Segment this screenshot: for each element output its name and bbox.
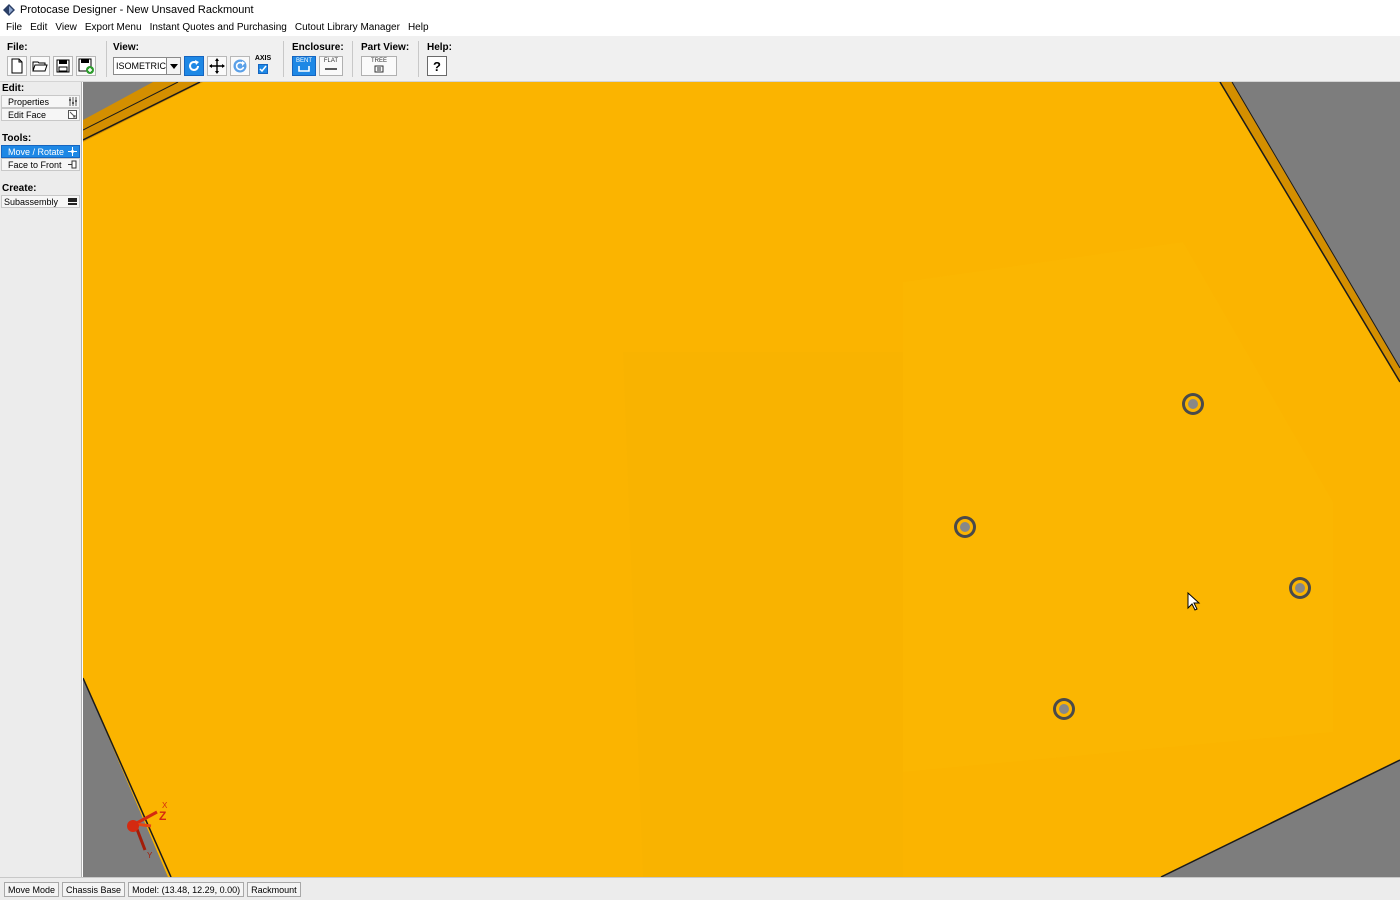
- mounting-hole[interactable]: [1053, 698, 1075, 720]
- status-model-coords: Model: (13.48, 12.29, 0.00): [128, 881, 245, 897]
- sidebar-item-label: Move / Rotate: [8, 147, 65, 157]
- 3d-viewport[interactable]: Z X Y: [83, 82, 1400, 877]
- axis-toggle-label: AXIS: [254, 55, 272, 62]
- view-group-label: View:: [113, 42, 139, 53]
- sidebar-item-edit-face[interactable]: Edit Face: [1, 108, 80, 121]
- part-view-group: Part View: TREE: [361, 42, 409, 80]
- toolbar-separator: [283, 41, 284, 77]
- edit-face-icon: [68, 110, 77, 119]
- axis-z-label: Z: [159, 809, 166, 823]
- save-button[interactable]: [53, 56, 73, 76]
- menu-file[interactable]: File: [2, 22, 26, 33]
- left-sidebar: Edit: Properties Edit Face Tools: Move /…: [0, 82, 82, 877]
- question-mark-icon: ?: [433, 58, 441, 74]
- axis-x-label: X: [162, 801, 168, 810]
- sidebar-item-label: Subassembly: [4, 197, 59, 207]
- tools-section-label: Tools:: [2, 133, 32, 144]
- status-enclosure-type: Rackmount: [247, 881, 301, 897]
- title-bar: Protocase Designer - New Unsaved Rackmou…: [0, 0, 1400, 19]
- chevron-down-icon: [166, 58, 180, 74]
- bent-view-button[interactable]: BENT: [292, 56, 316, 76]
- help-group-label: Help:: [427, 42, 452, 53]
- sidebar-item-move-rotate[interactable]: Move / Rotate: [1, 145, 80, 158]
- menu-edit[interactable]: Edit: [26, 22, 51, 33]
- status-bar: Move Mode Chassis Base Model: (13.48, 12…: [0, 877, 1400, 900]
- save-disk-icon: [56, 59, 70, 73]
- help-group: Help: ?: [427, 42, 452, 80]
- pan-view-button[interactable]: [207, 56, 227, 76]
- sidebar-item-subassembly[interactable]: Subassembly: [1, 195, 80, 208]
- sidebar-item-label: Edit Face: [8, 110, 47, 120]
- menu-view[interactable]: View: [51, 22, 81, 33]
- file-group: File:: [7, 42, 96, 80]
- rotate-icon: [189, 60, 199, 71]
- axis-y-label: Y: [147, 851, 153, 860]
- open-file-button[interactable]: [30, 56, 50, 76]
- flat-view-button[interactable]: FLAT: [319, 56, 343, 76]
- menu-export[interactable]: Export Menu: [81, 22, 146, 33]
- menu-cutout-library[interactable]: Cutout Library Manager: [291, 22, 404, 33]
- save-as-button[interactable]: [76, 56, 96, 76]
- file-group-label: File:: [7, 42, 28, 53]
- mounting-hole[interactable]: [1289, 577, 1311, 599]
- save-as-icon: [78, 58, 94, 74]
- view-group: View: ISOMETRIC AXIS: [113, 42, 271, 80]
- status-mode: Move Mode: [4, 881, 60, 897]
- tree-icon: [374, 65, 384, 73]
- sidebar-item-label: Properties: [8, 97, 50, 107]
- status-part: Chassis Base: [62, 881, 126, 897]
- rotate-view-button[interactable]: [184, 56, 204, 76]
- toolbar-separator: [352, 41, 353, 77]
- enclosure-group: Enclosure: BENT FLAT: [292, 42, 344, 80]
- flat-view-label: FLAT: [323, 58, 339, 64]
- menu-instant-quotes[interactable]: Instant Quotes and Purchasing: [146, 22, 291, 33]
- flat-shape-icon: [325, 68, 337, 70]
- new-file-icon: [11, 58, 23, 74]
- toolbar-separator: [418, 41, 419, 77]
- toolbar-separator: [106, 41, 107, 77]
- bent-view-label: BENT: [295, 58, 312, 64]
- refresh-view-button[interactable]: [230, 56, 250, 76]
- edit-section-label: Edit:: [2, 83, 25, 94]
- view-select-value: ISOMETRIC: [116, 61, 167, 71]
- tree-view-label: TREE: [370, 58, 387, 64]
- sidebar-item-face-to-front[interactable]: Face to Front: [1, 158, 80, 171]
- bent-shape-icon: [298, 66, 310, 72]
- move-arrows-icon: [68, 147, 77, 156]
- menu-help[interactable]: Help: [404, 22, 433, 33]
- mounting-hole[interactable]: [954, 516, 976, 538]
- enclosure-group-label: Enclosure:: [292, 42, 344, 53]
- create-section-label: Create:: [2, 183, 37, 194]
- panel-shading: [623, 352, 903, 877]
- refresh-icon: [233, 59, 247, 73]
- app-logo-icon: [3, 3, 15, 16]
- toolbar: File: View: ISOMETRIC AXIS Enclosure: BE…: [0, 36, 1400, 82]
- sidebar-item-properties[interactable]: Properties: [1, 95, 80, 108]
- part-view-group-label: Part View:: [361, 42, 410, 53]
- window-title: Protocase Designer - New Unsaved Rackmou…: [20, 3, 254, 16]
- checkmark-icon: [258, 64, 268, 74]
- pan-arrows-icon: [209, 58, 225, 74]
- tree-view-button[interactable]: TREE: [361, 56, 397, 76]
- subassembly-icon: [68, 198, 77, 205]
- sliders-icon: [69, 97, 77, 106]
- axis-toggle[interactable]: AXIS: [253, 55, 273, 77]
- sidebar-item-label: Face to Front: [8, 160, 62, 170]
- menu-bar: File Edit View Export Menu Instant Quote…: [0, 19, 1400, 36]
- mounting-hole[interactable]: [1182, 393, 1204, 415]
- help-button[interactable]: ?: [427, 56, 447, 76]
- view-select[interactable]: ISOMETRIC: [113, 57, 181, 75]
- new-file-button[interactable]: [7, 56, 27, 76]
- open-folder-icon: [32, 61, 48, 72]
- scene-canvas: Z X Y: [83, 82, 1400, 877]
- face-to-front-icon: [68, 160, 77, 169]
